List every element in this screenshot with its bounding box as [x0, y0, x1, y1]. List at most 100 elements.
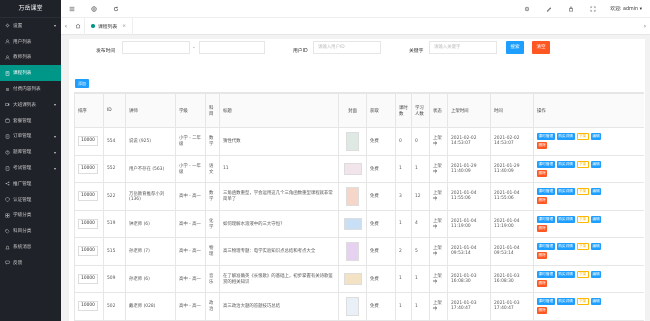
- sidebar-item-2[interactable]: 教师列表: [0, 50, 61, 66]
- sidebar-item-12[interactable]: 学级分类: [0, 208, 61, 224]
- offline-button[interactable]: 下架: [576, 298, 589, 306]
- edit-button[interactable]: 编辑: [590, 188, 602, 196]
- sort-input[interactable]: 10000: [78, 246, 98, 257]
- delete-button[interactable]: 删除: [537, 142, 548, 150]
- note-icon[interactable]: [538, 0, 560, 18]
- sort-input[interactable]: 10000: [78, 136, 98, 147]
- sort-input[interactable]: 10000: [78, 273, 98, 284]
- delete-button[interactable]: 删除: [537, 307, 548, 315]
- purchase-detail-button[interactable]: 购买详情: [556, 298, 575, 306]
- edit-button[interactable]: 编辑: [590, 298, 602, 306]
- delete-button[interactable]: 删除: [537, 279, 548, 287]
- cell-up-time: 2021-01-03 16:08:30: [447, 264, 491, 293]
- theme-icon[interactable]: [516, 0, 538, 18]
- lessons-button[interactable]: 课时管理: [537, 270, 555, 278]
- sidebar-item-14[interactable]: 系统消息: [0, 239, 61, 255]
- cell-time: 2021-01-04 09:53:14: [490, 237, 534, 266]
- cell-learners: 5: [411, 237, 430, 266]
- sidebar-item-5[interactable]: 大班课列表 ▾: [0, 97, 61, 113]
- edit-button[interactable]: 编辑: [590, 133, 602, 141]
- cell-get: 免费: [366, 154, 396, 183]
- lessons-button[interactable]: 课时管理: [537, 188, 555, 196]
- fullscreen-icon[interactable]: [582, 0, 604, 18]
- edit-button[interactable]: 编辑: [590, 270, 602, 278]
- cell-get: 免费: [366, 127, 396, 156]
- cell-teacher: 戴老师 (028): [125, 292, 176, 321]
- sidebar-item-7[interactable]: 订单管理 ▾: [0, 129, 61, 145]
- edit-button[interactable]: 编辑: [590, 215, 602, 223]
- sidebar-item-1[interactable]: 用户列表: [0, 34, 61, 50]
- home-tab[interactable]: [71, 17, 85, 35]
- chevron-down-icon: ▾: [53, 165, 56, 171]
- table-row: 10000 515 孙老师 (7) 高中 - 高一 物理 高三物理专题：电学实验知识点总结…: [74, 237, 644, 266]
- user-menu[interactable]: 欢迎: admin ▾: [604, 5, 650, 12]
- lessons-button[interactable]: 课时管理: [537, 298, 555, 306]
- sort-input[interactable]: 10000: [78, 163, 98, 174]
- lessons-button[interactable]: 课时管理: [537, 243, 555, 251]
- edit-button[interactable]: 编辑: [590, 160, 602, 168]
- search-button[interactable]: 搜索: [506, 41, 524, 54]
- cell-title: 三角函数重型，学会运用这几个三角函数重型课程就非常简单了: [219, 182, 339, 211]
- cell-teacher: 孙老师 (7): [125, 237, 176, 266]
- cell-up-time: 2021-01-03 17:40:47: [447, 292, 491, 321]
- purchase-detail-button[interactable]: 购买详情: [556, 188, 575, 196]
- close-icon[interactable]: ×: [122, 24, 126, 29]
- uid-input[interactable]: 请输入用户ID: [313, 41, 381, 54]
- table-row: 10000 502 戴老师 (028) 高中 - 高一 政治 高三政治大题的答题技巧总结免…: [74, 292, 644, 321]
- delete-button[interactable]: 删除: [537, 197, 548, 205]
- globe-icon[interactable]: [83, 0, 105, 18]
- end-date-input[interactable]: [199, 41, 265, 54]
- edit-button[interactable]: 编辑: [590, 243, 602, 251]
- purchase-detail-button[interactable]: 购买详情: [556, 243, 575, 251]
- delete-button[interactable]: 删除: [537, 252, 548, 260]
- sidebar-item-4[interactable]: 付费内容列表: [0, 81, 61, 97]
- sidebar-item-0[interactable]: 设置 ▾: [0, 18, 61, 34]
- top-header: 欢迎: admin ▾: [61, 0, 650, 18]
- lessons-button[interactable]: 课时管理: [537, 160, 555, 168]
- purchase-detail-button[interactable]: 购买详情: [556, 160, 575, 168]
- sidebar-item-13[interactable]: 科目分类: [0, 223, 61, 239]
- clear-button[interactable]: 清空: [532, 41, 550, 54]
- sidebar-item-3[interactable]: 课程列表: [0, 65, 61, 82]
- keyword-input[interactable]: 请输入关键字: [429, 41, 497, 54]
- sidebar-item-15[interactable]: 反馈: [0, 255, 61, 271]
- cell-learners: 1: [411, 292, 430, 321]
- cell-id: 515: [103, 237, 126, 266]
- sidebar-item-9[interactable]: 考试管理 ▾: [0, 160, 61, 176]
- offline-button[interactable]: 下架: [576, 133, 589, 141]
- cell-id: 502: [103, 292, 126, 321]
- offline-button[interactable]: 下架: [576, 270, 589, 278]
- sidebar-item-6[interactable]: 套餐管理: [0, 113, 61, 129]
- cell-lessons: 1: [395, 264, 412, 293]
- purchase-detail-button[interactable]: 购买详情: [556, 215, 575, 223]
- add-course-button[interactable]: 添加: [75, 79, 89, 88]
- sort-input[interactable]: 10000: [78, 218, 98, 229]
- delete-button[interactable]: 删除: [537, 169, 548, 177]
- offline-button[interactable]: 下架: [576, 243, 589, 251]
- table-row: 10000 509 孙老师 (6) 高中 - 高一 音乐 在了解准确英《长恨歌》的基础上，…: [74, 264, 644, 293]
- menu-toggle-icon[interactable]: [61, 0, 83, 18]
- refresh-icon[interactable]: [105, 0, 127, 18]
- offline-button[interactable]: 下架: [576, 215, 589, 223]
- tabs-prev-icon[interactable]: ‹: [61, 18, 71, 35]
- book-icon: [4, 70, 10, 76]
- table-header-row: 排序 ID 讲师 学级 科目 标题 封面 获取 课时数 学习人数 状态 上架时间 时间 操作: [74, 93, 644, 128]
- tabs-next-icon[interactable]: ›: [640, 18, 650, 35]
- delete-button[interactable]: 删除: [537, 224, 548, 232]
- column-header: 学级: [175, 93, 206, 128]
- sort-input[interactable]: 10000: [78, 191, 98, 202]
- sort-input[interactable]: 10000: [78, 301, 98, 312]
- tab-course-list[interactable]: 课程列表 ×: [85, 17, 134, 35]
- start-date-input[interactable]: [122, 41, 190, 54]
- purchase-detail-button[interactable]: 购买详情: [556, 133, 575, 141]
- lock-icon[interactable]: [560, 0, 582, 18]
- offline-button[interactable]: 下架: [576, 188, 589, 196]
- lessons-button[interactable]: 课时管理: [537, 133, 555, 141]
- sidebar-item-10[interactable]: 推广管理: [0, 176, 61, 192]
- cover-image: [346, 296, 359, 316]
- lessons-button[interactable]: 课时管理: [537, 215, 555, 223]
- sidebar-item-11[interactable]: 认证管理: [0, 192, 61, 208]
- offline-button[interactable]: 下架: [576, 160, 589, 168]
- sidebar-item-8[interactable]: 题库管理 ▾: [0, 144, 61, 160]
- purchase-detail-button[interactable]: 购买详情: [556, 270, 575, 278]
